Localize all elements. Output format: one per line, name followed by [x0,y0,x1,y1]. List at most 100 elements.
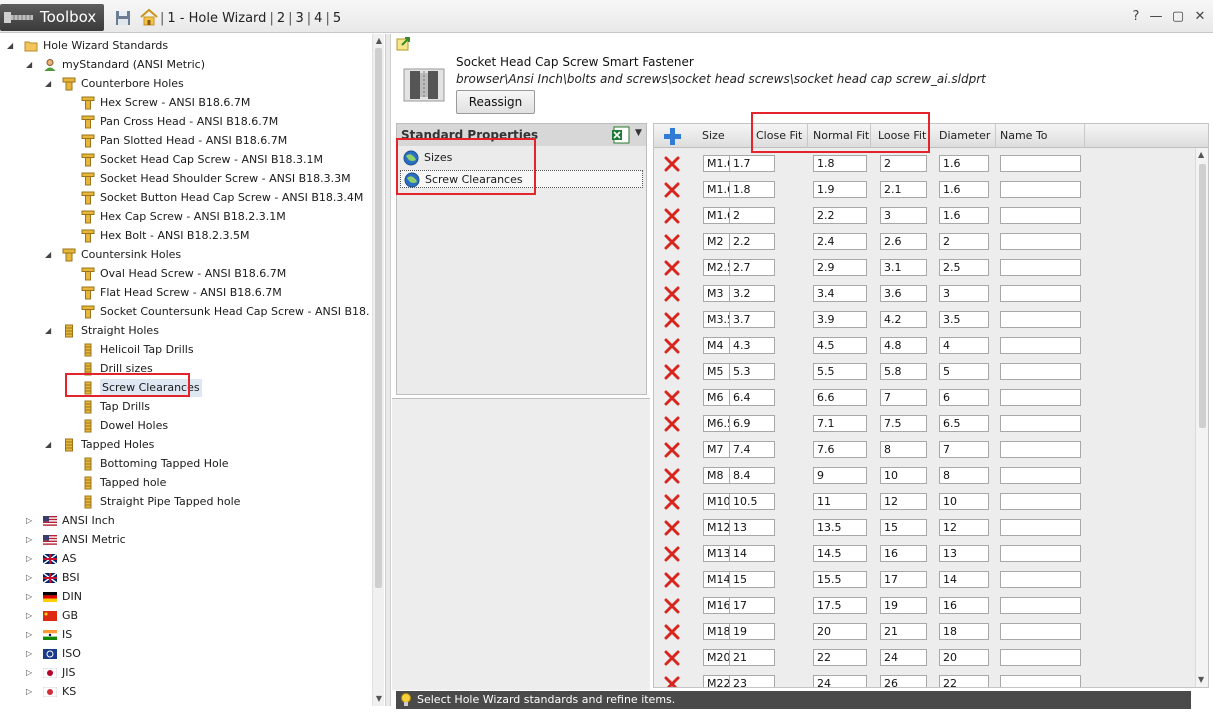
tree-item[interactable]: Straight Pipe Tapped hole [0,493,370,511]
close-fit-cell[interactable]: 5.3 [729,363,775,380]
diameter-cell[interactable]: 2.5 [939,259,989,276]
normal-fit-cell[interactable]: 1.8 [813,155,867,172]
tree-item[interactable]: Drill sizes [0,360,370,378]
sp-item-screw-clearances[interactable]: Screw Clearances [400,170,643,188]
tree-item[interactable]: Socket Head Cap Screw - ANSI B18.3.1M [0,151,370,169]
delete-row-icon[interactable] [664,572,680,588]
normal-fit-cell[interactable]: 4.5 [813,337,867,354]
help-icon[interactable]: ? [1128,9,1144,25]
normal-fit-cell[interactable]: 22 [813,649,867,666]
diameter-cell[interactable]: 6.5 [939,415,989,432]
diameter-cell[interactable]: 14 [939,571,989,588]
normal-fit-cell[interactable]: 1.9 [813,181,867,198]
tree-item[interactable]: Screw Clearances [0,379,370,397]
loose-fit-cell[interactable]: 7.5 [880,415,927,432]
close-fit-cell[interactable]: 10.5 [729,493,775,510]
close-fit-cell[interactable]: 2 [729,207,775,224]
delete-row-icon[interactable] [664,390,680,406]
normal-fit-cell[interactable]: 6.6 [813,389,867,406]
tree-item[interactable]: Helicoil Tap Drills [0,341,370,359]
expand-arrow-icon[interactable]: ▷ [26,645,36,663]
tree-item[interactable]: Tapped hole [0,474,370,492]
normal-fit-cell[interactable]: 2.9 [813,259,867,276]
name-to-match-cell[interactable] [1000,207,1081,224]
name-to-match-cell[interactable] [1000,311,1081,328]
diameter-cell[interactable]: 10 [939,493,989,510]
delete-row-icon[interactable] [664,442,680,458]
normal-fit-cell[interactable]: 5.5 [813,363,867,380]
tree-group[interactable]: ◢ Counterbore Holes [0,75,370,93]
add-row-icon[interactable] [663,127,682,146]
delete-row-icon[interactable] [664,416,680,432]
loose-fit-cell[interactable]: 3 [880,207,927,224]
close-fit-cell[interactable]: 7.4 [729,441,775,458]
loose-fit-cell[interactable]: 15 [880,519,927,536]
expand-arrow-icon[interactable]: ▷ [26,531,36,549]
delete-row-icon[interactable] [664,286,680,302]
normal-fit-cell[interactable]: 7.6 [813,441,867,458]
loose-fit-cell[interactable]: 10 [880,467,927,484]
close-fit-cell[interactable]: 13 [729,519,775,536]
diameter-cell[interactable]: 4 [939,337,989,354]
tab-hole-wizard[interactable]: 1 - Hole Wizard [164,11,269,26]
delete-row-icon[interactable] [664,598,680,614]
name-to-match-cell[interactable] [1000,545,1081,562]
name-to-match-cell[interactable] [1000,519,1081,536]
collapse-arrow-icon[interactable]: ◢ [7,37,17,55]
close-fit-cell[interactable]: 14 [729,545,775,562]
name-to-match-cell[interactable] [1000,597,1081,614]
normal-fit-cell[interactable]: 9 [813,467,867,484]
delete-row-icon[interactable] [664,182,680,198]
name-to-match-cell[interactable] [1000,285,1081,302]
loose-fit-cell[interactable]: 5.8 [880,363,927,380]
loose-fit-cell[interactable]: 16 [880,545,927,562]
collapse-arrow-icon[interactable]: ◢ [45,75,55,93]
tree-standard-node[interactable]: ▷ JIS [0,664,370,682]
excel-export-icon[interactable] [611,126,631,144]
loose-fit-cell[interactable]: 3.1 [880,259,927,276]
tree-standard-node[interactable]: ▷ IS [0,626,370,644]
expand-arrow-icon[interactable]: ▷ [26,626,36,644]
tree-item[interactable]: Socket Button Head Cap Screw - ANSI B18.… [0,189,370,207]
normal-fit-cell[interactable]: 2.2 [813,207,867,224]
delete-row-icon[interactable] [664,364,680,380]
tree-standard[interactable]: ◢ myStandard (ANSI Metric) [0,56,370,74]
name-to-match-cell[interactable] [1000,571,1081,588]
loose-fit-cell[interactable]: 19 [880,597,927,614]
tree-standard-node[interactable]: ▷ ISO [0,645,370,663]
close-fit-cell[interactable]: 2.7 [729,259,775,276]
tree-item[interactable]: Pan Cross Head - ANSI B18.6.7M [0,113,370,131]
loose-fit-cell[interactable]: 21 [880,623,927,640]
normal-fit-cell[interactable]: 3.9 [813,311,867,328]
expand-arrow-icon[interactable]: ▷ [26,664,36,682]
diameter-cell[interactable]: 1.6 [939,155,989,172]
name-to-match-cell[interactable] [1000,389,1081,406]
tree-standard-node[interactable]: ▷ KS [0,683,370,701]
expand-arrow-icon[interactable]: ▷ [26,588,36,606]
close-fit-cell[interactable]: 3.2 [729,285,775,302]
close-fit-cell[interactable]: 17 [729,597,775,614]
tree-standard-node[interactable]: ▷ ANSI Metric [0,531,370,549]
loose-fit-cell[interactable]: 24 [880,649,927,666]
tree-group[interactable]: ◢ Tapped Holes [0,436,370,454]
tree-item[interactable]: Bottoming Tapped Hole [0,455,370,473]
tab-5[interactable]: 5 [330,11,344,26]
name-to-match-cell[interactable] [1000,155,1081,172]
close-fit-cell[interactable]: 8.4 [729,467,775,484]
collapse-arrow-icon[interactable]: ◢ [45,322,55,340]
tree-group[interactable]: ◢ Straight Holes [0,322,370,340]
grid-scrollbar[interactable]: ▲ ▼ [1195,148,1208,687]
dropdown-arrow-icon[interactable]: ▼ [635,128,642,138]
tree-group[interactable]: ◢ Countersink Holes [0,246,370,264]
tree-standard-node[interactable]: ▷ DIN [0,588,370,606]
scroll-up-icon[interactable]: ▲ [1198,150,1204,159]
loose-fit-cell[interactable]: 4.2 [880,311,927,328]
tree-item[interactable]: Socket Head Shoulder Screw - ANSI B18.3.… [0,170,370,188]
delete-row-icon[interactable] [664,676,680,688]
collapse-arrow-icon[interactable]: ◢ [45,246,55,264]
close-fit-cell[interactable]: 1.8 [729,181,775,198]
tab-3[interactable]: 3 [293,11,307,26]
diameter-cell[interactable]: 20 [939,649,989,666]
close-fit-cell[interactable]: 1.7 [729,155,775,172]
expand-arrow-icon[interactable]: ▷ [26,569,36,587]
